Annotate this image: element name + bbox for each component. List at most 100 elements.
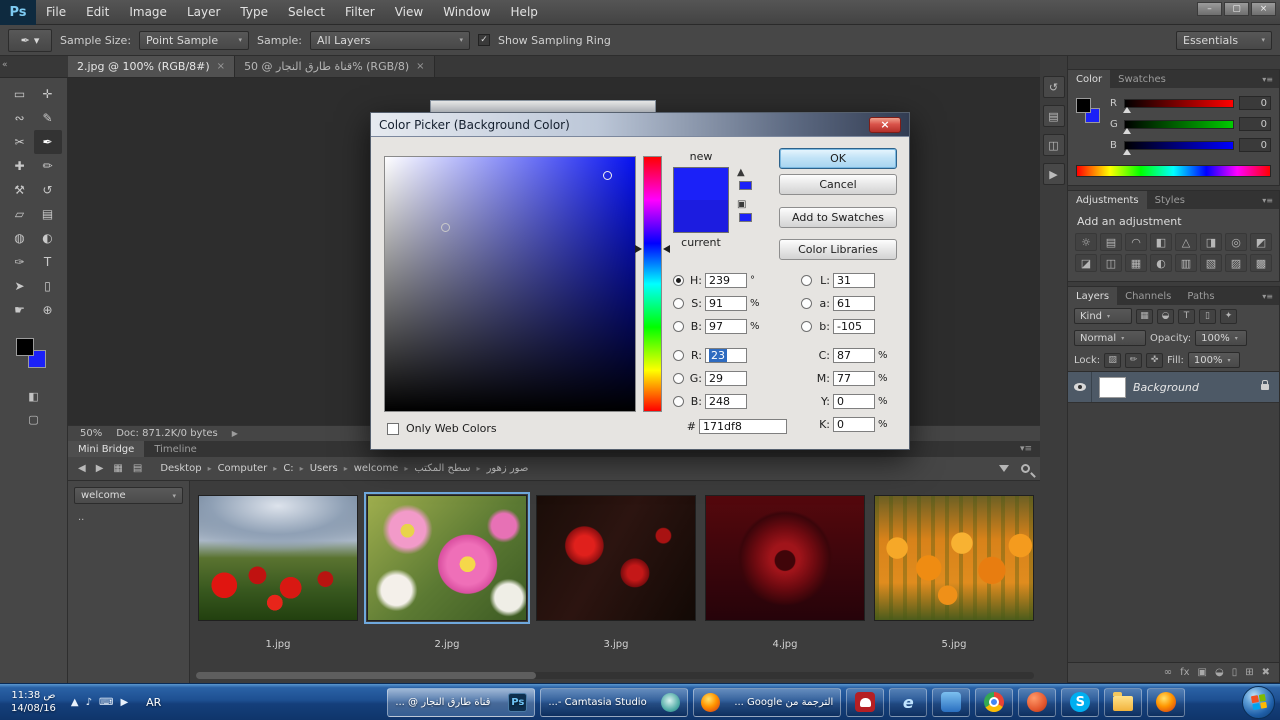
breadcrumb-desktop[interactable]: Desktop (160, 463, 201, 474)
restore-button[interactable]: ▢ (1224, 2, 1249, 16)
magenta-input[interactable]: 77 (833, 371, 875, 386)
hand-tool[interactable]: ☛ (6, 298, 34, 322)
taskbar-chrome-button[interactable] (975, 687, 1014, 717)
brush-tool[interactable]: ✏ (34, 154, 62, 178)
panel-menu-icon[interactable]: ▾≡ (1012, 441, 1040, 457)
taskbar-firefox-button[interactable] (1147, 687, 1186, 717)
navigation-pod-dropdown[interactable]: welcome ▾ (74, 487, 183, 504)
saturation-input[interactable]: 91 (705, 296, 747, 311)
taskbar-camtasia-button[interactable]: ...- Camtasia Studio (540, 687, 689, 717)
layer-style-icon[interactable]: fx (1180, 667, 1189, 678)
status-expand-icon[interactable]: ▶ (232, 429, 238, 438)
close-tab-icon[interactable]: × (416, 61, 424, 72)
screen-mode-icon[interactable]: ▢ (28, 413, 38, 426)
gradient-map-icon[interactable]: ▨ (1225, 254, 1247, 272)
brightness-contrast-icon[interactable]: ☼ (1075, 233, 1097, 251)
blue-input[interactable]: 248 (705, 394, 747, 409)
taskbar-skype-button[interactable]: S (1061, 687, 1100, 717)
tab-channels[interactable]: Channels (1117, 287, 1179, 305)
layer-thumbnail[interactable] (1099, 376, 1126, 398)
clone-stamp-tool[interactable]: ⚒ (6, 178, 34, 202)
view-list-icon[interactable]: ▤ (133, 463, 142, 474)
levels-icon[interactable]: ▤ (1100, 233, 1122, 251)
breadcrumb-desktop-arabic[interactable]: سطح المكتب (414, 463, 470, 474)
web-safe-cube-icon[interactable]: ▣ (737, 199, 746, 210)
workspace-switcher[interactable]: Essentials ▾ (1176, 30, 1272, 50)
dodge-tool[interactable]: ◐ (34, 226, 62, 250)
hue-saturation-icon[interactable]: ◨ (1200, 233, 1222, 251)
filter-pixel-layers-icon[interactable]: ▦ (1136, 308, 1153, 324)
nav-back-icon[interactable]: ◀ (78, 463, 86, 474)
only-web-colors-checkbox[interactable] (387, 422, 399, 435)
menu-edit[interactable]: Edit (76, 0, 119, 24)
volume-icon[interactable]: ♪ (86, 697, 92, 708)
blur-tool[interactable]: ◍ (6, 226, 34, 250)
document-tab-1[interactable]: 2.jpg @ 100% (RGB/8#) × (68, 56, 236, 77)
layer-visibility-cell[interactable] (1068, 372, 1092, 402)
file-item-3[interactable]: 3.jpg (536, 495, 696, 683)
panel-menu-icon[interactable]: ▾≡ (1256, 70, 1279, 88)
menu-help[interactable]: Help (501, 0, 548, 24)
selective-color-icon[interactable]: ▩ (1250, 254, 1272, 272)
tab-layers[interactable]: Layers (1068, 287, 1118, 305)
color-lookup-icon[interactable]: ▦ (1125, 254, 1147, 272)
info-panel-icon[interactable]: ◫ (1042, 134, 1065, 156)
panel-menu-icon[interactable]: ▾≡ (1256, 191, 1279, 209)
taskbar-red-app-button[interactable] (1018, 687, 1057, 717)
ok-button[interactable]: OK (779, 148, 897, 169)
rectangular-marquee-tool[interactable]: ▭ (6, 82, 34, 106)
red-slider[interactable] (1123, 98, 1234, 113)
gamut-color-swatch[interactable] (739, 181, 752, 190)
lab-a-radio[interactable] (801, 298, 812, 309)
type-tool[interactable]: T (34, 250, 62, 274)
navigation-pod-item[interactable]: .. (74, 512, 183, 523)
file-item-5[interactable]: 5.jpg (874, 495, 1034, 683)
taskbar-photoshop-button[interactable]: ... @ قناة طارق النجار Ps (387, 687, 536, 717)
gradient-tool[interactable]: ▤ (34, 202, 62, 226)
slider-knob[interactable] (1123, 148, 1131, 155)
red-input[interactable]: 23 (705, 348, 747, 363)
kind-dropdown[interactable]: Kind ▾ (1074, 308, 1132, 324)
thumbnail-image-1[interactable] (198, 495, 358, 621)
eyedropper-tool[interactable]: ✒ (33, 130, 62, 154)
filter-shape-layers-icon[interactable]: ▯ (1199, 308, 1216, 324)
dialog-title-bar[interactable]: Color Picker (Background Color) × (371, 113, 909, 137)
nav-forward-icon[interactable]: ▶ (96, 463, 104, 474)
keyboard-icon[interactable]: ⌨ (99, 697, 113, 708)
dialog-close-button[interactable]: × (869, 116, 901, 133)
breadcrumb-welcome[interactable]: welcome (354, 463, 399, 474)
color-balance-icon[interactable]: ◎ (1225, 233, 1247, 251)
breadcrumb-computer[interactable]: Computer (218, 463, 268, 474)
menu-view[interactable]: View (385, 0, 433, 24)
cyan-input[interactable]: 87 (833, 348, 875, 363)
minimize-button[interactable]: – (1197, 2, 1222, 16)
green-radio[interactable] (673, 373, 684, 384)
search-icon[interactable] (1021, 464, 1030, 473)
exposure-icon[interactable]: ◧ (1150, 233, 1172, 251)
green-value[interactable]: 0 (1239, 117, 1271, 131)
hex-input[interactable]: 171df8 (699, 419, 787, 434)
close-button[interactable]: × (1251, 2, 1276, 16)
eraser-tool[interactable]: ▱ (6, 202, 34, 226)
rectangle-tool[interactable]: ▯ (34, 274, 62, 298)
filter-icon[interactable] (999, 465, 1009, 472)
photo-filter-icon[interactable]: ◪ (1075, 254, 1097, 272)
hue-slider[interactable] (635, 156, 670, 412)
adjustment-layer-icon[interactable]: ◒ (1215, 667, 1224, 678)
hue-slider-arrow-right[interactable] (663, 245, 670, 253)
history-panel-icon[interactable]: ↺ (1042, 76, 1065, 98)
slider-knob[interactable] (1123, 106, 1131, 113)
scrollbar-thumb[interactable] (196, 672, 536, 679)
lab-b-radio[interactable] (801, 321, 812, 332)
path-selection-tool[interactable]: ➤ (6, 274, 34, 298)
cancel-button[interactable]: Cancel (779, 174, 897, 195)
pen-tool[interactable]: ✑ (6, 250, 34, 274)
lab-a-input[interactable]: 61 (833, 296, 875, 311)
tab-color[interactable]: Color (1068, 70, 1111, 88)
file-item-2[interactable]: 2.jpg (364, 492, 530, 683)
opacity-dropdown[interactable]: 100% ▾ (1195, 330, 1248, 346)
posterize-icon[interactable]: ▥ (1175, 254, 1197, 272)
yellow-input[interactable]: 0 (833, 394, 875, 409)
taskbar-clock[interactable]: 11:38 ص 14/08/16 (5, 689, 62, 716)
actions-panel-icon[interactable]: ▶ (1042, 163, 1065, 185)
